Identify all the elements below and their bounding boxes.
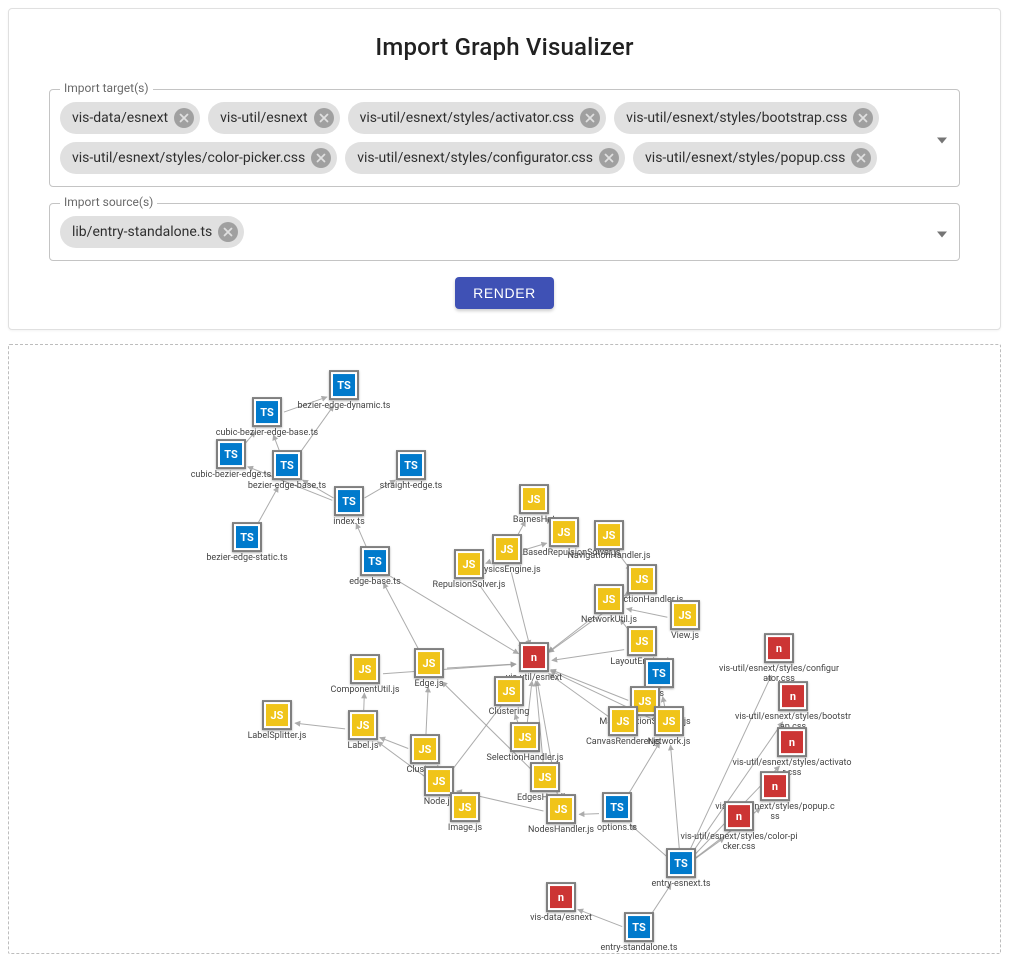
package-icon: n	[778, 681, 808, 711]
graph-node-label: entry-esnext.ts	[621, 880, 741, 890]
page-title: Import Graph Visualizer	[49, 33, 960, 61]
source-chip: lib/entry-standalone.ts	[60, 216, 244, 248]
chip-remove-icon[interactable]	[853, 108, 873, 128]
render-button[interactable]: RENDER	[455, 277, 554, 309]
chip-remove-icon[interactable]	[218, 222, 238, 242]
graph-node[interactable]: JS ComponentUtil.js	[305, 654, 425, 696]
javascript-icon: JS	[594, 520, 624, 550]
chip-remove-icon[interactable]	[599, 148, 619, 168]
graph-node[interactable]: nvis-util/esnext/styles/bootstrap.css	[733, 681, 853, 733]
typescript-icon: TS	[272, 450, 302, 480]
graph-node[interactable]: nvis-util/esnext/styles/configurator.css	[719, 633, 839, 685]
javascript-icon: JS	[510, 722, 540, 752]
javascript-icon: JS	[262, 700, 292, 730]
target-chip: vis-util/esnext/styles/configurator.css	[345, 142, 625, 174]
chip-remove-icon[interactable]	[580, 108, 600, 128]
import-sources-chips: lib/entry-standalone.ts	[60, 216, 915, 248]
target-chip: vis-util/esnext/styles/popup.css	[633, 142, 877, 174]
graph-node-label: ComponentUtil.js	[305, 686, 425, 696]
package-icon: n	[724, 801, 754, 831]
chip-label: vis-util/esnext/styles/bootstrap.css	[626, 110, 847, 126]
package-icon: n	[760, 771, 790, 801]
typescript-icon: TS	[644, 658, 674, 688]
typescript-icon: TS	[624, 912, 654, 942]
chip-label: lib/entry-standalone.ts	[72, 224, 212, 240]
graph-node-label: RepulsionSolver.js	[409, 581, 529, 591]
graph-node-label: Clustering	[449, 708, 569, 718]
sources-dropdown-icon[interactable]	[937, 223, 947, 242]
package-icon: n	[519, 642, 549, 672]
javascript-icon: JS	[627, 626, 657, 656]
chip-label: vis-util/esnext/styles/configurator.css	[357, 150, 593, 166]
graph-node-label: cubic-bezier-edge-base.ts	[207, 429, 327, 439]
package-icon: n	[777, 727, 807, 757]
target-chip: vis-util/esnext/styles/bootstrap.css	[614, 102, 879, 134]
typescript-icon: TS	[360, 546, 390, 576]
graph-node[interactable]: TS options.ts	[557, 792, 677, 834]
package-icon: n	[546, 882, 576, 912]
target-chip: vis-util/esnext	[208, 102, 340, 134]
chip-label: vis-util/esnext/styles/activator.css	[360, 110, 575, 126]
graph-node[interactable]: TS cubic-bezier-edge-base.ts	[207, 397, 327, 439]
graph-node[interactable]: nvis-util/esnext/styles/color-picker.css	[679, 801, 799, 853]
javascript-icon: JS	[654, 706, 684, 736]
typescript-icon: TS	[334, 486, 364, 516]
javascript-icon: JS	[350, 654, 380, 684]
graph-node[interactable]: TS entry-standalone.ts	[579, 912, 699, 954]
graph-node[interactable]: TS entry-esnext.ts	[621, 848, 741, 890]
javascript-icon: JS	[519, 484, 549, 514]
target-chip: vis-util/esnext/styles/color-picker.css	[60, 142, 337, 174]
graph-node[interactable]: JS NavigationHandler.js	[549, 520, 669, 562]
chip-remove-icon[interactable]	[314, 108, 334, 128]
graph-edge	[626, 742, 659, 797]
control-card: Import Graph Visualizer Import target(s)…	[8, 8, 1001, 330]
javascript-icon: JS	[594, 584, 624, 614]
graph-node-label: NavigationHandler.js	[549, 552, 669, 562]
javascript-icon: JS	[530, 762, 560, 792]
package-icon: n	[764, 633, 794, 663]
typescript-icon: TS	[232, 522, 262, 552]
graph-node-label: bezier-edge-static.ts	[187, 554, 307, 564]
typescript-icon: TS	[329, 370, 359, 400]
targets-dropdown-icon[interactable]	[937, 129, 947, 148]
graph-node[interactable]: TS index.ts	[289, 486, 409, 528]
import-sources-legend: Import source(s)	[60, 195, 157, 209]
typescript-icon: TS	[396, 450, 426, 480]
import-sources-field[interactable]: Import source(s) lib/entry-standalone.ts	[49, 203, 960, 261]
javascript-icon: JS	[410, 734, 440, 764]
graph-node-label: Network.js	[609, 738, 729, 748]
typescript-icon: TS	[602, 792, 632, 822]
chip-label: vis-data/esnext	[72, 110, 168, 126]
target-chip: vis-data/esnext	[60, 102, 200, 134]
typescript-icon: TS	[252, 397, 282, 427]
graph-edge	[426, 687, 428, 737]
graph-canvas[interactable]: TSbezier-edge-dynamic.tsTScubic-bezier-e…	[8, 344, 1001, 954]
chip-remove-icon[interactable]	[311, 148, 331, 168]
graph-edge	[383, 583, 420, 653]
graph-node[interactable]: JS Network.js	[609, 706, 729, 748]
chip-label: vis-util/esnext/styles/color-picker.css	[72, 150, 305, 166]
import-targets-chips: vis-data/esnext vis-util/esnext vis-util/e…	[60, 102, 915, 174]
import-targets-legend: Import target(s)	[60, 81, 153, 95]
javascript-icon: JS	[450, 792, 480, 822]
javascript-icon: JS	[454, 549, 484, 579]
graph-node[interactable]: JS RepulsionSolver.js	[409, 549, 529, 591]
chip-label: vis-util/esnext/styles/popup.css	[645, 150, 845, 166]
target-chip: vis-util/esnext/styles/activator.css	[348, 102, 607, 134]
graph-node-label: options.ts	[557, 824, 677, 834]
chip-label: vis-util/esnext	[220, 110, 308, 126]
import-targets-field[interactable]: Import target(s) vis-data/esnextvis-util…	[49, 89, 960, 187]
graph-node[interactable]: TS bezier-edge-static.ts	[187, 522, 307, 564]
graph-node-label: entry-standalone.ts	[579, 944, 699, 954]
javascript-icon: JS	[494, 676, 524, 706]
typescript-icon: TS	[666, 848, 696, 878]
chip-remove-icon[interactable]	[851, 148, 871, 168]
chip-remove-icon[interactable]	[174, 108, 194, 128]
graph-node-label: index.ts	[289, 518, 409, 528]
